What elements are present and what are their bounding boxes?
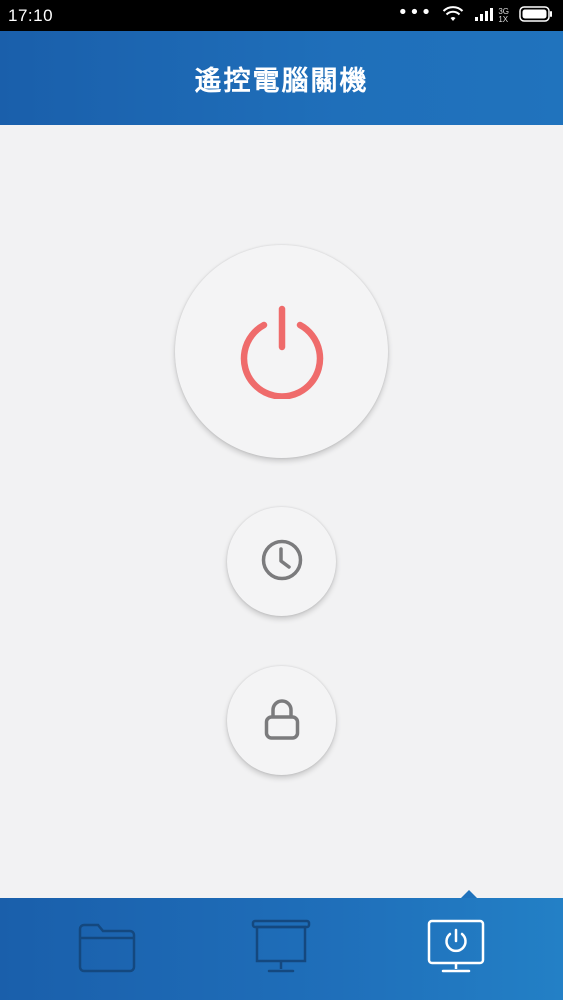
tab-screen[interactable] <box>236 909 326 989</box>
folder-icon <box>78 921 136 977</box>
clock-icon <box>260 538 304 586</box>
network-type-label: 3G 1X <box>498 6 509 24</box>
monitor-icon <box>251 919 311 979</box>
bottom-navigation <box>0 898 563 1000</box>
status-bar: 17:10 ••• 3G 1X <box>0 0 563 31</box>
monitor-power-icon <box>426 919 486 979</box>
status-indicators: ••• 3G 1X <box>397 1 553 27</box>
scheduled-shutdown-button[interactable] <box>227 507 336 616</box>
status-time: 17:10 <box>8 5 54 25</box>
battery-icon <box>519 5 553 26</box>
signal-icon <box>474 6 496 26</box>
lock-computer-button[interactable] <box>227 666 336 775</box>
wifi-icon <box>442 5 464 27</box>
power-icon <box>234 301 330 403</box>
notification-dots: ••• <box>397 1 433 23</box>
page-title: 遙控電腦關機 <box>194 65 369 97</box>
tab-files[interactable] <box>62 909 152 989</box>
app-header: 遙控電腦關機 <box>0 31 563 125</box>
lock-icon <box>264 697 300 745</box>
tab-shutdown[interactable] <box>411 909 501 989</box>
shutdown-button[interactable] <box>175 245 388 458</box>
